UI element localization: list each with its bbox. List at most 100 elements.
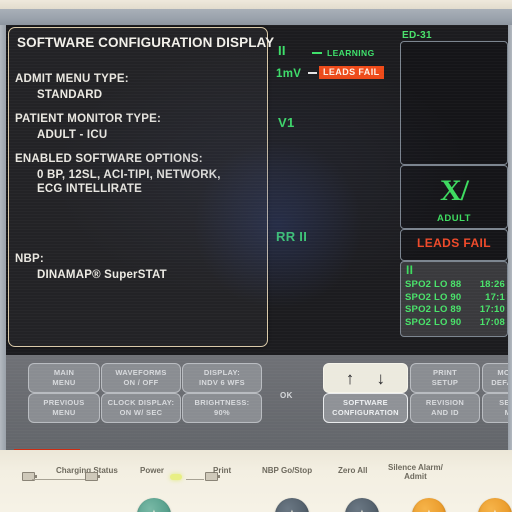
softkey-line-1: PRINT xyxy=(433,368,457,377)
alarm-history-time: 17:08 xyxy=(479,316,505,328)
softkey-line-2: DEFAUL xyxy=(491,378,508,387)
patient-monitor-type-value: ADULT - ICU xyxy=(37,129,108,141)
dash-icon xyxy=(308,71,317,74)
dash-icon xyxy=(312,52,322,54)
softkey-line-2: MOD xyxy=(505,408,508,418)
arrow-up-icon[interactable]: ↑ xyxy=(346,370,355,387)
softkey-main-menu[interactable]: MAIN MENU xyxy=(28,363,100,393)
softkey-line-2: AND ID xyxy=(431,408,459,417)
enabled-software-options-label: ENABLED SOFTWARE OPTIONS: xyxy=(15,153,203,165)
learning-label: LEARNING xyxy=(327,48,375,58)
leads-fail-status: LEADS FAIL xyxy=(308,66,384,79)
silence-alarm-admit-label: Silence Alarm/ Admit xyxy=(388,463,443,481)
arrow-row: ↑ ↓ xyxy=(346,370,386,387)
softkey-service-mode[interactable]: SERVI MOD xyxy=(482,393,508,423)
ok-label[interactable]: OK xyxy=(280,391,293,400)
softkey-waveforms-on-off[interactable]: WAVEFORMS ON / OFF xyxy=(101,363,181,393)
alarm-history-time: 17:10 xyxy=(479,304,505,315)
alarm-history-rows: SPO2 LO 88 18:26 SPO2 LO 90 17:1 SPO2 LO… xyxy=(401,278,507,329)
bezel-top-trim xyxy=(0,0,512,9)
power-line xyxy=(186,479,204,480)
print-hardware-button[interactable]: ★ xyxy=(137,498,171,512)
bezel-top-band xyxy=(0,9,512,25)
softkey-line-2: SETUP xyxy=(431,378,459,387)
waveform-display-area: SOFTWARE CONFIGURATION DISPLAY ADMIT MEN… xyxy=(6,25,508,355)
software-configuration-dialog: SOFTWARE CONFIGURATION DISPLAY ADMIT MEN… xyxy=(8,27,275,347)
print-label: Print xyxy=(213,466,232,475)
list-item: SPO2 LO 90 17:08 xyxy=(405,317,507,330)
bed-label: ED-31 xyxy=(402,30,432,41)
alarm-history-header: II xyxy=(406,263,414,277)
softkey-display-format[interactable]: DISPLAY: INDV 6 WFS xyxy=(182,363,262,393)
softkey-clock-display[interactable]: CLOCK DISPLAY: ON W/ SEC xyxy=(101,393,181,423)
admit-menu-type-label: ADMIT MENU TYPE: xyxy=(15,73,129,85)
waveform-label-lead-v1: V1 xyxy=(278,115,295,130)
alarm-message-box[interactable]: LEADS FAIL xyxy=(400,229,508,261)
alarm-history-time: 18:26 xyxy=(479,279,505,290)
heart-rate-box[interactable] xyxy=(400,41,508,165)
waveform-scale-1mv: 1mV xyxy=(276,68,302,80)
softkey-software-configuration[interactable]: SOFTWARE CONFIGURATION xyxy=(323,393,408,423)
list-item: SPO2 LO 90 17:1 xyxy=(405,292,507,305)
admit-menu-type-value: STANDARD xyxy=(37,89,103,101)
waveform-label-column: II 1mV V1 RR II LEARNING LEADS FAIL xyxy=(272,25,394,355)
softkey-line-1: CLOCK DISPLAY: xyxy=(107,398,175,407)
nbp-label: NBP: xyxy=(15,253,44,265)
softkey-line-2: MENU xyxy=(52,378,76,387)
softkey-line-1: SERVI xyxy=(499,398,508,407)
learning-status: LEARNING xyxy=(312,48,375,58)
alarm-history-message: SPO2 LO 90 xyxy=(405,316,462,328)
trend-hardware-button[interactable]: ★ xyxy=(478,498,512,512)
softkey-line-1: MONIT xyxy=(497,368,508,377)
silence-alarm-hardware-button[interactable]: ★ xyxy=(412,498,446,512)
zero-all-label: Zero All xyxy=(338,466,368,475)
monitor-screen: SOFTWARE CONFIGURATION DISPLAY ADMIT MEN… xyxy=(6,25,508,450)
nbp-hardware-button[interactable]: ★ xyxy=(275,498,309,512)
softkey-line-1: WAVEFORMS xyxy=(115,368,167,377)
softkey-previous-menu[interactable]: PREVIOUS MENU xyxy=(28,393,100,423)
alarm-history-message: SPO2 LO 89 xyxy=(405,304,462,315)
arrow-down-icon[interactable]: ↓ xyxy=(377,370,386,387)
softkey-line-2: 90% xyxy=(214,408,230,417)
softkey-brightness[interactable]: BRIGHTNESS: 90% xyxy=(182,393,262,423)
alarm-history-time: 17:1 xyxy=(485,291,505,303)
nbp-go-stop-label: NBP Go/Stop xyxy=(262,466,313,475)
softkey-revision-and-id[interactable]: REVISION AND ID xyxy=(410,393,480,423)
alarm-history-message: SPO2 LO 88 xyxy=(405,279,462,290)
power-label: Power xyxy=(140,466,165,475)
softkey-line-1: PREVIOUS xyxy=(43,398,85,407)
leads-fail-badge: LEADS FAIL xyxy=(319,66,384,79)
list-item: SPO2 LO 88 18:26 xyxy=(405,279,507,292)
softkey-line-2: MENU xyxy=(52,408,76,417)
softkey-line-2: CONFIGURATION xyxy=(332,408,399,417)
softkey-line-2: ON W/ SEC xyxy=(119,408,163,417)
heart-rate-value: X/ xyxy=(440,174,469,207)
softkey-panel: MAIN MENU PREVIOUS MENU WAVEFORMS ON / O… xyxy=(6,355,508,450)
softkey-print-setup[interactable]: PRINT SETUP xyxy=(410,363,480,393)
softkey-monitor-defaults[interactable]: MONIT DEFAUL xyxy=(482,363,508,393)
softkey-line-1: REVISION xyxy=(425,398,465,407)
softkey-line-2: ON / OFF xyxy=(123,378,159,387)
dialog-title: SOFTWARE CONFIGURATION DISPLAY xyxy=(17,35,275,50)
softkey-scroll-arrows[interactable]: ↑ ↓ xyxy=(323,363,408,393)
alarm-history-message: SPO2 LO 90 xyxy=(405,291,462,303)
enabled-software-options-line-2: ECG INTELLIRATE xyxy=(37,183,143,195)
bezel-right-edge xyxy=(508,25,512,450)
list-item: SPO2 LO 89 17:10 xyxy=(405,304,507,317)
waveform-label-resp: RR II xyxy=(276,229,308,244)
softkey-line-1: SOFTWARE xyxy=(343,398,388,407)
device-lower-bezel: Charging Status Power Print NBP Go/Stop … xyxy=(0,450,512,512)
alarm-message: LEADS FAIL xyxy=(416,236,491,250)
silence-line-2: Admit xyxy=(404,472,427,481)
zero-all-hardware-button[interactable]: ★ xyxy=(345,498,379,512)
softkey-line-1: MAIN xyxy=(53,368,75,377)
power-led-indicator xyxy=(170,474,182,480)
parameter-column: ED-31 X/ ADULT LEADS FAIL II SPO2 LO 88 … xyxy=(396,25,508,355)
patient-mode-box[interactable]: X/ ADULT xyxy=(400,165,508,229)
alarm-history-box[interactable]: II SPO2 LO 88 18:26 SPO2 LO 90 17:1 SPO2… xyxy=(400,261,508,337)
softkey-line-1: DISPLAY: xyxy=(203,368,241,377)
patient-monitor-type-label: PATIENT MONITOR TYPE: xyxy=(15,113,162,125)
patient-mode-label: ADULT xyxy=(437,213,471,224)
device-screenshot: SOFTWARE CONFIGURATION DISPLAY ADMIT MEN… xyxy=(0,0,512,512)
softkey-line-1: BRIGHTNESS: xyxy=(194,398,250,407)
